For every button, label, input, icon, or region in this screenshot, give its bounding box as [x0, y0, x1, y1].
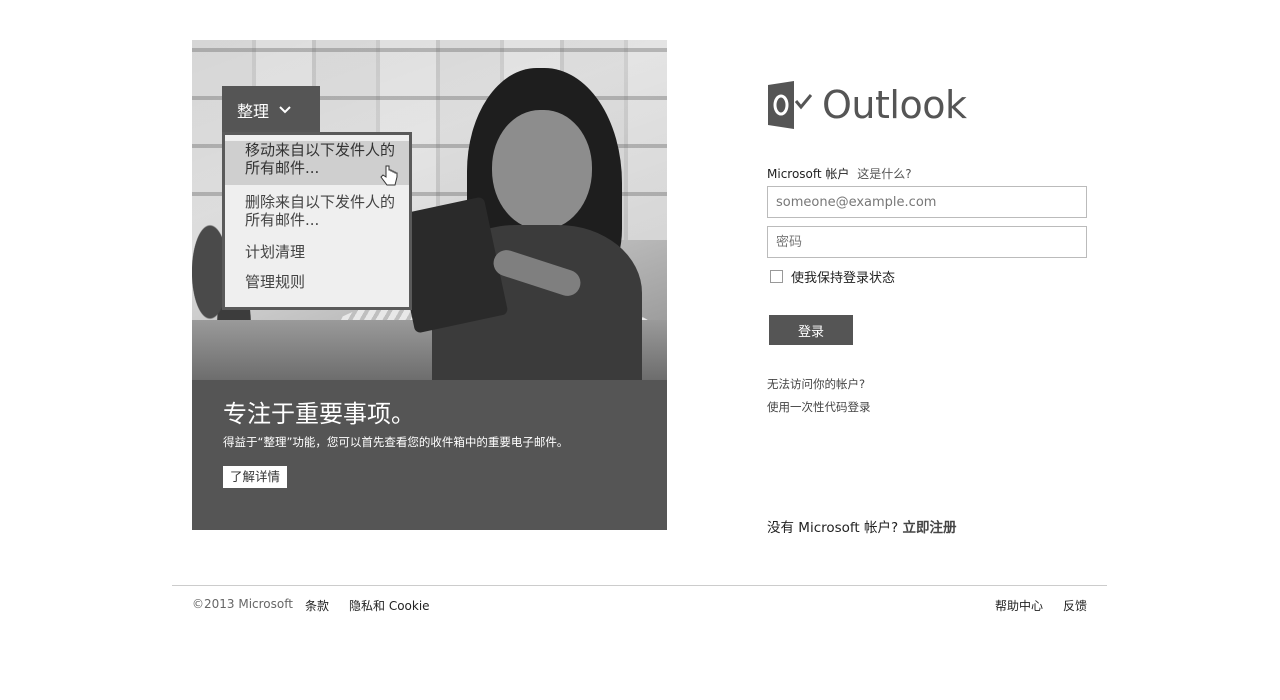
photo-face	[492, 110, 592, 230]
sweep-menu-item-delete: 删除来自以下发件人的所有邮件...	[245, 193, 396, 229]
keep-signed-in-checkbox[interactable]	[770, 270, 783, 283]
email-field[interactable]	[767, 186, 1087, 218]
promo-title: 专注于重要事项。	[223, 400, 415, 428]
sweep-menu-item-rules: 管理规则	[245, 273, 306, 291]
hero-panel: 整理 移动来自以下发件人的所有邮件... 删除来自以下发件人的所有邮件... 计…	[192, 40, 667, 530]
no-account-text: 没有 Microsoft 帐户?	[767, 520, 899, 536]
whats-this-link[interactable]: 这是什么?	[857, 167, 911, 181]
copyright-text: ©2013 Microsoft	[192, 597, 293, 611]
hero-photo: 整理 移动来自以下发件人的所有邮件... 删除来自以下发件人的所有邮件... 计…	[192, 40, 667, 380]
sign-in-button[interactable]: 登录	[769, 315, 853, 345]
chevron-down-icon	[279, 106, 291, 114]
sweep-menu-item-schedule: 计划清理	[245, 243, 306, 261]
feedback-link[interactable]: 反馈	[1063, 597, 1087, 614]
cant-access-link[interactable]: 无法访问你的帐户?	[767, 376, 865, 392]
promo-description: 得益于“整理”功能，您可以首先查看您的收件箱中的重要电子邮件。	[223, 435, 569, 449]
help-center-link[interactable]: 帮助中心	[995, 597, 1043, 614]
hand-cursor-icon	[380, 165, 398, 186]
outlook-logo-text: Outlook	[822, 83, 967, 127]
promo-panel: 专注于重要事项。 得益于“整理”功能，您可以首先查看您的收件箱中的重要电子邮件。…	[192, 380, 667, 530]
keep-signed-in[interactable]: 使我保持登录状态	[770, 267, 895, 286]
learn-more-button[interactable]: 了解详情	[223, 466, 288, 488]
account-label: Microsoft 帐户 这是什么?	[767, 165, 912, 182]
signup-row: 没有 Microsoft 帐户? 立即注册	[767, 516, 956, 536]
single-use-code-link[interactable]: 使用一次性代码登录	[767, 399, 871, 415]
keep-signed-in-label: 使我保持登录状态	[791, 271, 896, 286]
outlook-icon	[768, 81, 812, 129]
account-label-text: Microsoft 帐户	[767, 167, 850, 181]
password-field[interactable]	[767, 226, 1087, 258]
sweep-menu-dropdown: 移动来自以下发件人的所有邮件... 删除来自以下发件人的所有邮件... 计划清理…	[222, 132, 412, 310]
sign-up-link[interactable]: 立即注册	[902, 520, 956, 536]
footer-divider	[172, 585, 1107, 586]
sweep-menu-header: 整理	[222, 86, 320, 134]
sweep-menu-label: 整理	[237, 102, 270, 121]
terms-link[interactable]: 条款	[305, 597, 329, 614]
outlook-logo: Outlook	[768, 80, 967, 130]
privacy-link[interactable]: 隐私和 Cookie	[349, 597, 430, 614]
